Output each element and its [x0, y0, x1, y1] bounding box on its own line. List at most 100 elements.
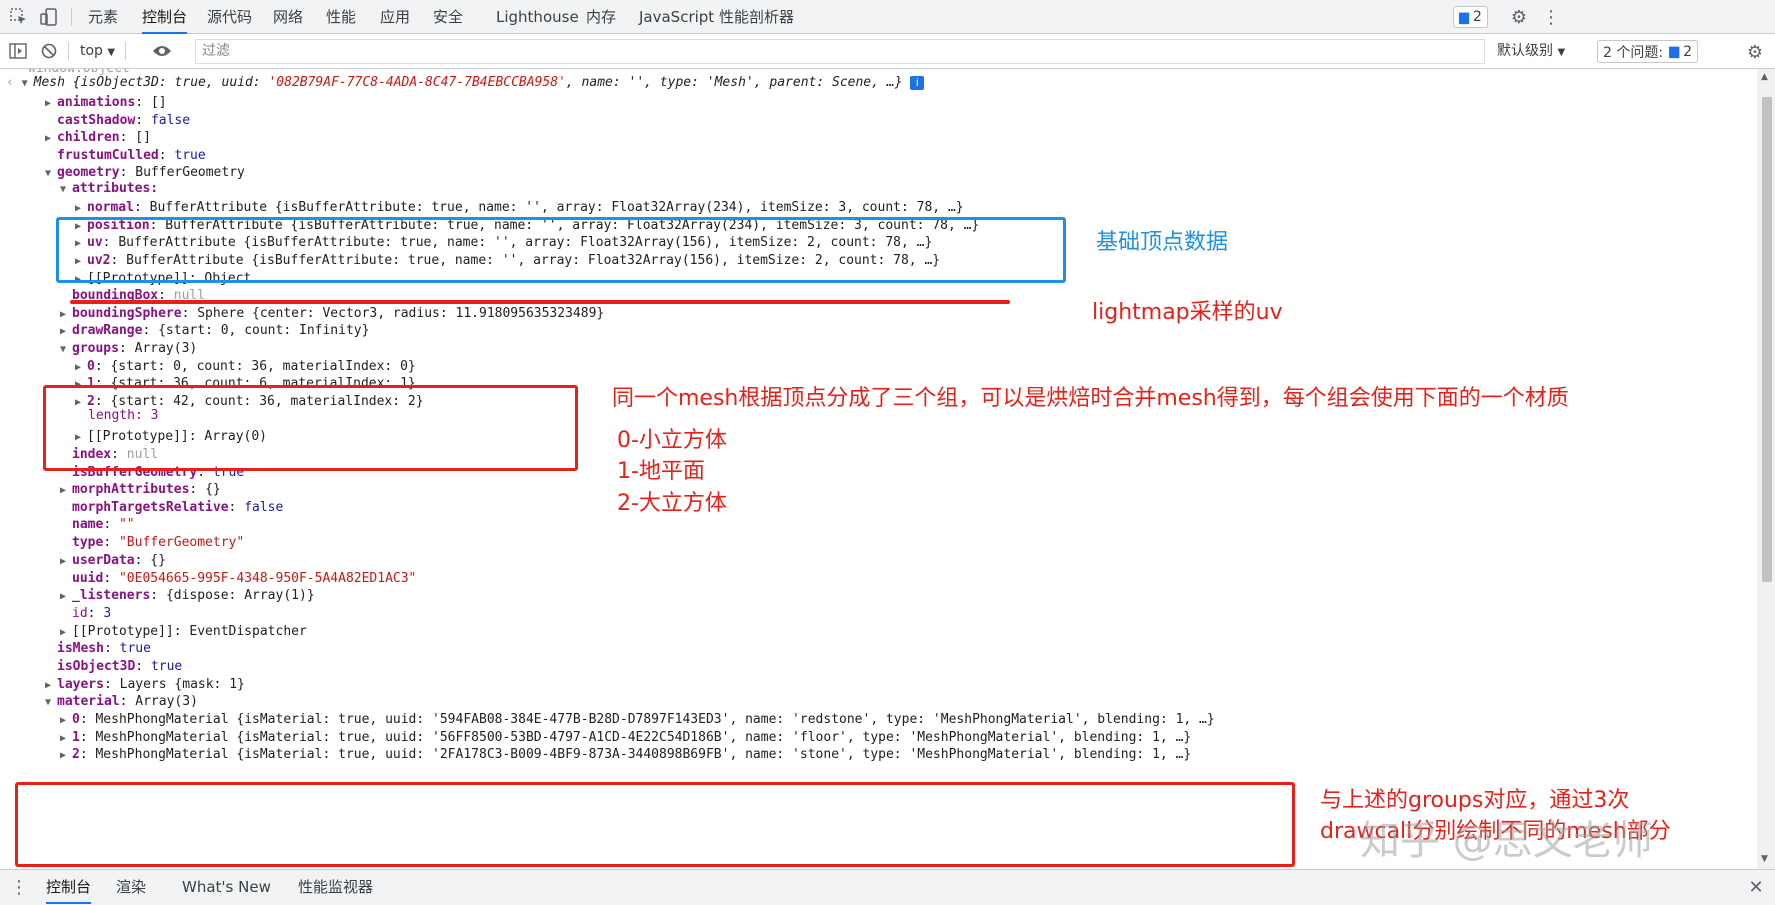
root-uuid: '082B79AF-77C8-4ADA-8C47-7B4EBCCBA958' — [268, 75, 566, 90]
context-selector[interactable]: top ▼ — [80, 34, 115, 68]
issues-count-button[interactable]: 2 个问题: ▆ 2 — [1597, 40, 1698, 63]
attr-normal[interactable]: ▶ normal: BufferAttribute {isBufferAttrib… — [75, 198, 964, 218]
devtools-tab-bar: 元素 控制台 源代码 网络 性能 应用 安全 Lighthouse 内存 Jav… — [0, 0, 1775, 34]
message-icon: ▆ — [1459, 9, 1469, 25]
console-root-object[interactable]: ‹ ▼ Mesh {isObject3D: true, uuid: '082B79… — [6, 73, 925, 94]
prop-drawrange[interactable]: ▶ drawRange: {start: 0, count: Infinity} — [60, 321, 369, 341]
expand-triangle-icon: ▼ — [60, 344, 67, 355]
collapsed-triangle-icon: ▶ — [60, 750, 67, 761]
prop-children-value: [] — [135, 130, 151, 145]
prop-ismesh-value: true — [119, 641, 151, 656]
annotation-group-1: 1-地平面 — [617, 459, 705, 484]
tab-network[interactable]: 网络 — [273, 0, 303, 34]
console-scrollbar-thumb[interactable] — [1762, 97, 1772, 582]
message-icon: ▆ — [1669, 44, 1680, 59]
prop-boundingsphere-value: Sphere {center: Vector3, radius: 11.9180… — [197, 306, 605, 321]
scroll-up-arrow-icon[interactable]: ▲ — [1761, 72, 1768, 82]
log-level-value: 默认级别 — [1497, 43, 1553, 59]
chevron-down-icon: ▼ — [107, 47, 116, 58]
material-0[interactable]: ▶ 0: MeshPhongMaterial {isMaterial: true,… — [60, 710, 1215, 730]
prop-attributes[interactable]: ▼ attributes: — [60, 179, 158, 199]
prop-frustumculled-value: true — [174, 148, 206, 163]
tab-memory[interactable]: 内存 — [586, 0, 616, 34]
prop-name-value: "" — [118, 517, 135, 532]
tab-performance[interactable]: 性能 — [326, 0, 356, 34]
prop-animations[interactable]: ▶ animations: [] — [45, 93, 167, 113]
tab-console[interactable]: 控制台 — [142, 0, 188, 34]
console-settings-gear-icon[interactable]: ⚙ — [1743, 40, 1767, 64]
material-2-value: MeshPhongMaterial {isMaterial: true, uui… — [95, 747, 1192, 762]
annotation-group-2: 2-大立方体 — [617, 491, 727, 516]
prop-userdata[interactable]: ▶ userData: {} — [60, 551, 166, 571]
sidebar-toggle-icon[interactable] — [8, 41, 28, 61]
prop-type-value: "BufferGeometry" — [118, 535, 245, 550]
bottom-drawer: ⋮ 控制台 渲染 What's New 性能监视器 ✕ — [0, 869, 1775, 905]
prop-morphattributes[interactable]: ▶ morphAttributes: {} — [60, 480, 221, 500]
divider — [71, 8, 72, 26]
tab-security[interactable]: 安全 — [433, 0, 463, 34]
drawer-tab-rendering[interactable]: 渲染 — [116, 870, 146, 904]
prop-children[interactable]: ▶ children: [] — [45, 128, 151, 148]
tab-sources[interactable]: 源代码 — [207, 0, 252, 34]
annotation-box-material — [15, 782, 1295, 867]
issues-label: 2 个问题: — [1603, 44, 1664, 61]
prop-listeners-value: {dispose: Array(1)} — [165, 588, 315, 603]
prop-type: type: "BufferGeometry" — [72, 535, 245, 550]
annotation-base-vertex: 基础顶点数据 — [1096, 230, 1229, 255]
device-toolbar-icon[interactable] — [38, 7, 60, 27]
prop-layers-value: Layers {mask: 1} — [119, 677, 245, 692]
settings-gear-icon[interactable]: ⚙ — [1508, 6, 1530, 28]
log-level-selector[interactable]: 默认级别 ▼ — [1497, 34, 1565, 68]
prop-castshadow-value: false — [150, 113, 191, 128]
divider — [68, 42, 69, 60]
root-summary-prefix: Mesh {isObject3D: true, uuid: — [33, 75, 269, 90]
tab-js-profiler[interactable]: JavaScript 性能剖析器 — [639, 0, 794, 34]
tab-lighthouse[interactable]: Lighthouse — [496, 0, 579, 34]
context-selector-value: top — [80, 43, 103, 59]
prop-uuid-value: "0E054665-995F-4348-950F-5A4A82ED1AC3" — [118, 571, 417, 586]
geometry-prototype-value: [[Prototype]]: EventDispatcher — [72, 624, 307, 639]
collapsed-triangle-icon: ▶ — [45, 133, 52, 144]
clear-console-icon[interactable] — [39, 41, 59, 61]
prop-morphattributes-value: {} — [205, 482, 221, 497]
material-0-value: MeshPhongMaterial {isMaterial: true, uui… — [95, 712, 1215, 727]
issues-label-count: 2 — [1683, 43, 1692, 60]
prop-material-value: Array(3) — [135, 694, 198, 709]
material-1-value: MeshPhongMaterial {isMaterial: true, uui… — [95, 730, 1192, 745]
prop-material[interactable]: ▼ material: Array(3) — [45, 692, 198, 712]
tab-elements[interactable]: 元素 — [88, 0, 118, 34]
prop-isobject3d: isObject3D: true — [57, 659, 183, 674]
prop-ismesh: isMesh: true — [57, 641, 151, 656]
scroll-down-arrow-icon[interactable]: ▼ — [1761, 854, 1768, 864]
drawer-tab-whats-new[interactable]: What's New — [182, 870, 271, 904]
close-drawer-icon[interactable]: ✕ — [1745, 876, 1767, 898]
issues-badge[interactable]: ▆ 2 — [1453, 6, 1488, 28]
live-expression-eye-icon[interactable] — [150, 41, 174, 61]
prop-isobject3d-value: true — [150, 659, 183, 674]
annotation-group-0: 0-小立方体 — [617, 428, 727, 453]
info-icon[interactable]: i — [910, 76, 925, 90]
prop-groups[interactable]: ▼ groups: Array(3) — [60, 339, 197, 359]
inspect-element-icon[interactable] — [8, 7, 30, 27]
expand-triangle-icon[interactable]: ▼ — [22, 74, 34, 94]
prop-drawrange-value: {start: 0, count: Infinity} — [158, 323, 370, 338]
prop-attributes-label: attributes: — [72, 181, 159, 196]
drawer-menu-icon[interactable]: ⋮ — [10, 876, 28, 898]
filter-input[interactable]: 过滤 — [195, 39, 1485, 64]
drawer-tab-console[interactable]: 控制台 — [46, 870, 92, 904]
tab-application[interactable]: 应用 — [380, 0, 410, 34]
group-0-value: {start: 0, count: 36, materialIndex: 0} — [110, 359, 416, 374]
prop-userdata-value: {} — [150, 553, 166, 568]
drawer-tab-perf-monitor[interactable]: 性能监视器 — [298, 870, 373, 904]
prop-id-value: 3 — [103, 606, 112, 621]
collapsed-triangle-icon: ▶ — [60, 556, 67, 567]
material-2[interactable]: ▶ 2: MeshPhongMaterial {isMaterial: true,… — [60, 745, 1191, 765]
more-options-icon[interactable]: ⋮ — [1540, 6, 1562, 28]
prop-morphtargetsrelative-value: false — [244, 500, 284, 515]
annotation-groups-note: 同一个mesh根据顶点分成了三个组，可以是烘焙时合并mesh得到，每个组会使用下… — [612, 386, 1569, 411]
result-arrow-icon: ‹ — [6, 75, 22, 90]
collapsed-triangle-icon: ▶ — [60, 485, 67, 496]
prop-listeners[interactable]: ▶ _listeners: {dispose: Array(1)} — [60, 586, 315, 606]
expand-triangle-icon: ▼ — [45, 697, 52, 708]
root-summary-suffix: , name: '', type: 'Mesh', parent: Scene,… — [565, 75, 903, 90]
